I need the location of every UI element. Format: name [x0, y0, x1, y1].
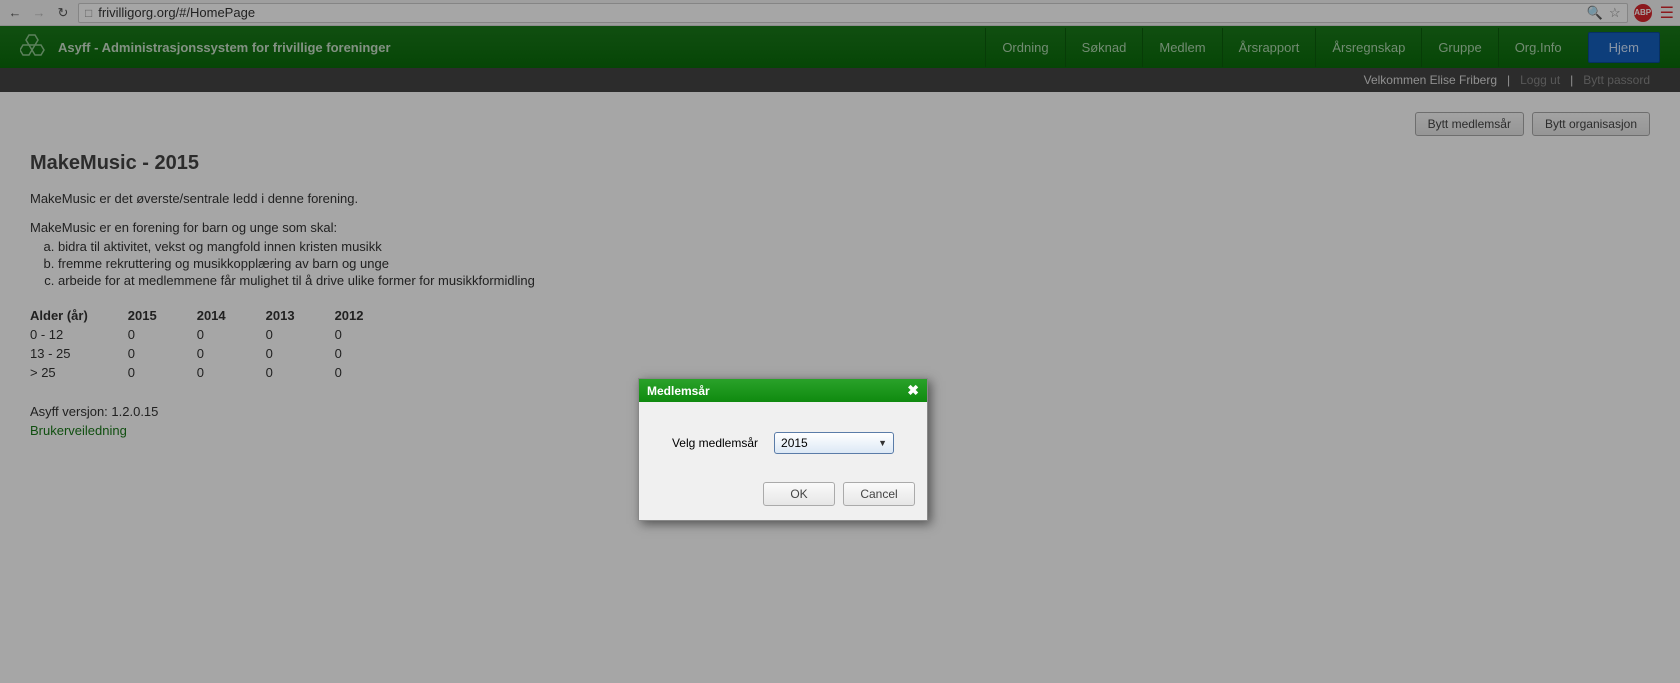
year-select[interactable]: 2015 ▼: [774, 432, 894, 454]
close-icon[interactable]: ✖: [907, 382, 919, 399]
modal-overlay: [0, 0, 1680, 683]
year-dialog: Medlemsår ✖ Velg medlemsår 2015 ▼ OK Can…: [638, 378, 928, 521]
dialog-title-text: Medlemsår: [647, 384, 710, 398]
dialog-label: Velg medlemsår: [672, 436, 758, 450]
ok-button[interactable]: OK: [763, 482, 835, 506]
cancel-button[interactable]: Cancel: [843, 482, 915, 506]
chevron-down-icon: ▼: [878, 438, 887, 448]
dialog-titlebar[interactable]: Medlemsår ✖: [639, 379, 927, 402]
year-select-value: 2015: [781, 436, 808, 450]
